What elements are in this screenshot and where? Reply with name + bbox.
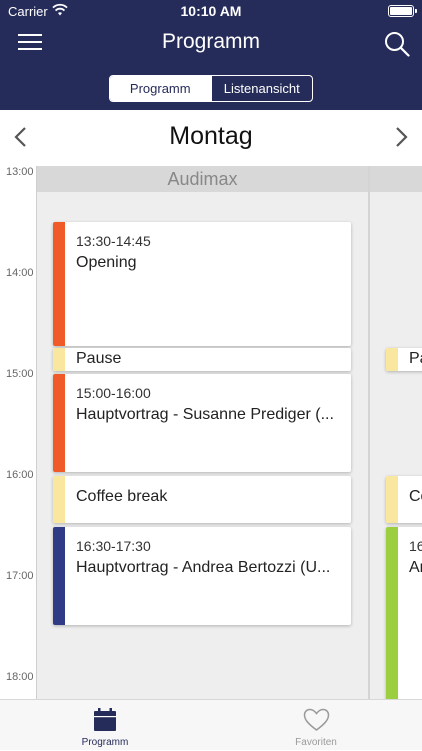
segment-listenansicht[interactable]: Listenansicht (210, 76, 313, 101)
tab-label: Programm (81, 737, 129, 748)
hour-label: 14:00 (6, 267, 34, 279)
event-color-bar (386, 476, 398, 523)
tab-bar: Programm Favoriten (0, 699, 422, 750)
event-title: Opening (76, 254, 137, 271)
event-title: An (409, 559, 422, 576)
event-time: 13:30-14:45 (76, 233, 151, 249)
tab-programm[interactable]: Programm (45, 700, 165, 751)
day-title: Montag (169, 122, 253, 150)
event-card-hauptvortrag-bertozzi[interactable]: 16:30-17:30 Hauptvortrag - Andrea Bertoz… (53, 527, 351, 625)
hour-label: 18:00 (6, 671, 34, 683)
event-color-bar (386, 348, 398, 371)
event-card-peek-pause[interactable]: Pa (386, 348, 422, 371)
search-icon[interactable] (384, 31, 410, 57)
room-header-next (370, 166, 422, 192)
hour-label: 17:00 (6, 570, 34, 582)
event-card-pause[interactable]: Pause (53, 348, 351, 371)
event-color-bar (53, 222, 65, 346)
event-card-peek-coffee[interactable]: Co (386, 476, 422, 523)
hour-label: 16:00 (6, 469, 34, 481)
clock: 10:10 AM (180, 3, 242, 19)
page-title: Programm (161, 30, 261, 53)
next-day-chevron-icon[interactable] (390, 124, 412, 150)
event-title: Pause (76, 350, 122, 367)
event-card-opening[interactable]: 13:30-14:45 Opening (53, 222, 351, 346)
battery-icon (388, 5, 417, 17)
time-axis-border (36, 166, 37, 699)
event-time: 15:00-16:00 (76, 385, 151, 401)
view-segmented-control: Programm Listenansicht (109, 75, 313, 102)
event-color-bar (53, 527, 65, 625)
schedule-grid[interactable]: Audimax 13:00 14:00 15:00 16:00 17:00 18… (0, 166, 422, 699)
event-color-bar (53, 476, 65, 523)
tab-label: Favoriten (295, 737, 337, 748)
segment-programm[interactable]: Programm (110, 76, 211, 101)
heart-icon (303, 708, 330, 731)
calendar-icon (94, 708, 116, 731)
event-time: 16 (409, 538, 422, 554)
event-title: Co (409, 488, 422, 505)
status-bar: Carrier 10:10 AM (0, 0, 422, 22)
hour-label: 15:00 (6, 368, 34, 380)
column-divider (368, 166, 370, 699)
event-card-hauptvortrag-prediger[interactable]: 15:00-16:00 Hauptvortrag - Susanne Predi… (53, 374, 351, 472)
day-selector: Montag (0, 110, 422, 166)
event-color-bar (53, 374, 65, 472)
event-title: Hauptvortrag - Susanne Prediger (... (76, 406, 334, 423)
event-color-bar (386, 527, 398, 699)
event-color-bar (53, 348, 65, 371)
room-header-audimax: Audimax (37, 166, 368, 192)
event-title: Pa (409, 350, 422, 367)
navigation-header: Carrier 10:10 AM Programm Programm Liste… (0, 0, 422, 110)
tab-favoriten[interactable]: Favoriten (256, 700, 376, 751)
event-time: 16:30-17:30 (76, 538, 151, 554)
event-card-coffee-break[interactable]: Coffee break (53, 476, 351, 523)
hour-label: 13:00 (6, 166, 34, 178)
event-title: Hauptvortrag - Andrea Bertozzi (U... (76, 559, 331, 576)
event-card-peek-green[interactable]: 16 An (386, 527, 422, 699)
event-title: Coffee break (76, 488, 168, 505)
